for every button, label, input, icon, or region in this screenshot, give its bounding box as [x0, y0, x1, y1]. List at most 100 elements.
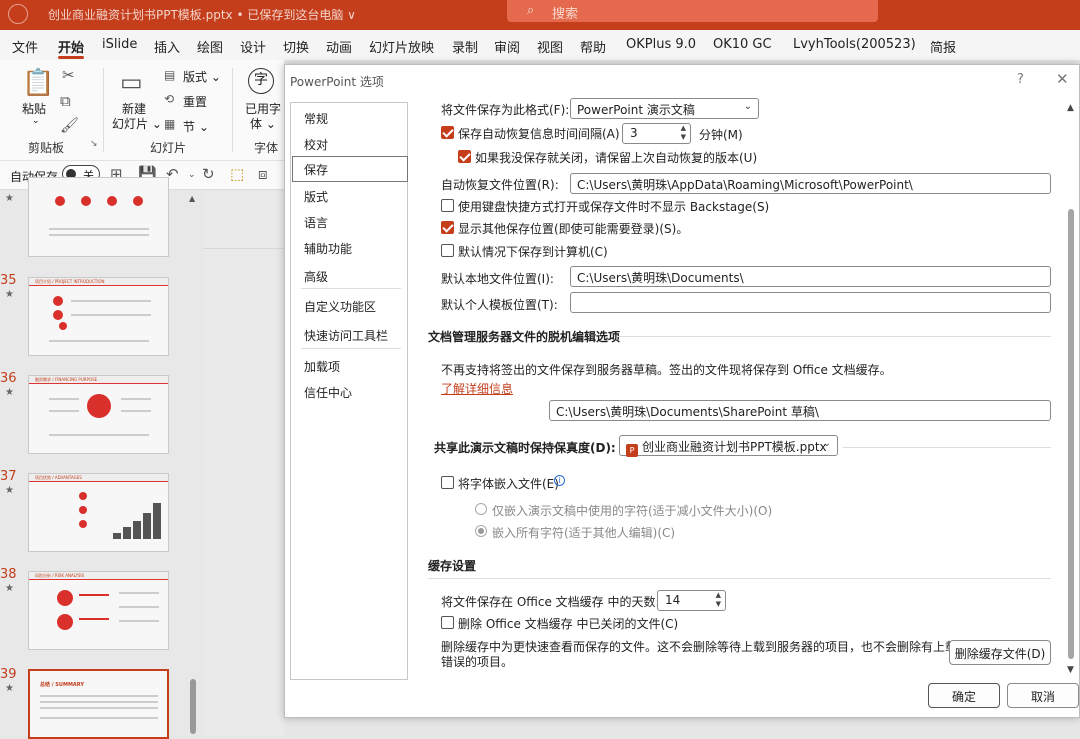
pptx-file-icon: P	[626, 444, 638, 457]
new-slide-icon[interactable]: ▭	[120, 68, 143, 96]
learn-more-link[interactable]: 了解详细信息	[441, 380, 513, 397]
ok-button[interactable]: 确定	[928, 683, 1000, 708]
title-bar: 创业商业融资计划书PPT模板.pptx • 已保存到这台电脑 ∨ ⌕ 搜索	[0, 0, 1080, 30]
scroll-down-icon[interactable]: ▼	[1067, 665, 1074, 675]
nav-addins[interactable]: 加载项	[304, 358, 340, 375]
tab-animations[interactable]: 动画	[326, 37, 352, 56]
slide-thumbnail-selected[interactable]: 总结 / SUMMARY	[28, 669, 169, 739]
tab-view[interactable]: 视图	[537, 37, 563, 56]
tab-ok10[interactable]: OK10 GC	[713, 37, 772, 52]
show-other-locations-checkbox[interactable]	[441, 221, 454, 234]
app-icon[interactable]	[8, 4, 28, 24]
nav-trust-center[interactable]: 信任中心	[304, 384, 352, 401]
layout-button[interactable]: 版式 ⌄	[183, 68, 221, 85]
reset-button[interactable]: 重置	[183, 93, 207, 110]
slide-thumbnail[interactable]	[28, 177, 169, 257]
fidelity-file-select[interactable]: P 创业商业融资计划书PPT模板.pptx ⌄	[619, 435, 838, 457]
nav-quick-access-toolbar[interactable]: 快速访问工具栏	[304, 327, 388, 344]
slide-number: 38	[0, 567, 17, 582]
tab-islide[interactable]: iSlide	[102, 37, 137, 52]
search-box[interactable]: ⌕ 搜索	[507, 0, 878, 22]
delete-cache-button[interactable]: 删除缓存文件(D)	[949, 640, 1051, 665]
ribbon-tabs: 文件 开始 iSlide 插入 绘图 设计 切换 动画 幻灯片放映 录制 审阅 …	[0, 30, 1080, 60]
dialog-launcher-icon[interactable]: ↘	[90, 139, 98, 149]
chevron-down-icon: ⌄	[822, 438, 831, 449]
help-icon[interactable]: ?	[1017, 72, 1024, 87]
nav-accessibility[interactable]: 辅助功能	[304, 240, 352, 257]
tab-help[interactable]: 帮助	[580, 37, 606, 56]
scroll-up-icon[interactable]: ▲	[189, 194, 195, 203]
tab-home[interactable]: 开始	[58, 37, 84, 56]
close-icon[interactable]: ✕	[1056, 70, 1069, 88]
tab-review[interactable]: 审阅	[494, 37, 520, 56]
drafts-path-input[interactable]: C:\Users\黄明珠\Documents\SharePoint 草稿\	[549, 400, 1051, 421]
cancel-button[interactable]: 取消	[1007, 683, 1079, 708]
section-button[interactable]: 节 ⌄	[183, 118, 209, 135]
local-path-label: 默认本地文件位置(I):	[441, 272, 554, 286]
template-path-input[interactable]	[570, 292, 1051, 313]
nav-advanced[interactable]: 高级	[304, 268, 328, 285]
select-icon[interactable]: ⬚	[230, 165, 244, 183]
undo-dropdown-icon[interactable]: ⌄	[188, 170, 196, 180]
new-slide-dropdown[interactable]: 幻灯片 ⌄	[112, 115, 162, 132]
shapes-icon[interactable]: ⧈	[258, 165, 268, 183]
active-tab-indicator	[58, 56, 84, 59]
delete-closed-files-checkbox[interactable]	[441, 616, 454, 629]
section-icon: ▦	[164, 117, 176, 131]
used-font-icon[interactable]: 字	[248, 68, 274, 94]
clipboard-group-label: 剪贴板	[28, 141, 65, 155]
scroll-up-icon[interactable]: ▲	[1067, 103, 1074, 113]
tab-insert[interactable]: 插入	[154, 37, 180, 56]
nav-language[interactable]: 语言	[304, 214, 328, 231]
cache-section-heading: 缓存设置	[428, 559, 477, 573]
slide-thumbnail[interactable]: 融资需求 / FINANCING PURPOSE	[28, 375, 169, 454]
paste-button[interactable]: 粘贴	[22, 100, 46, 117]
embed-fonts-checkbox[interactable]	[441, 476, 454, 489]
nav-layout[interactable]: 版式	[304, 188, 328, 205]
slide-panel-scrollbar[interactable]: ▲	[187, 191, 199, 736]
spinner-arrows-icon[interactable]: ▲ ▼	[716, 591, 721, 609]
tab-design[interactable]: 设计	[240, 37, 266, 56]
cut-icon[interactable]: ✂	[62, 66, 75, 84]
slide-number: 39	[0, 667, 17, 682]
reset-icon: ⟲	[164, 92, 175, 106]
slide-thumbnail[interactable]: 风险分析 / RISK ANALYSIS	[28, 571, 169, 650]
nav-proofing[interactable]: 校对	[304, 136, 328, 153]
nav-save[interactable]: 保存	[292, 156, 408, 182]
save-to-computer-checkbox[interactable]	[441, 244, 454, 257]
keep-last-version-checkbox[interactable]	[458, 150, 471, 163]
autorecover-minutes-spinner[interactable]: 3 ▲ ▼	[622, 123, 691, 144]
slide-thumbnail[interactable]: 项目介绍 / PROJECT INTRODUCTION	[28, 277, 169, 356]
tab-draw[interactable]: 绘图	[197, 37, 223, 56]
slide-thumbnail[interactable]: 项目优势 / ADVANTAGES	[28, 473, 169, 552]
autorecover-checkbox[interactable]	[441, 126, 454, 139]
offline-section-heading: 文档管理服务器文件的脱机编辑选项	[428, 330, 621, 344]
options-scrollbar[interactable]: ▲ ▼	[1065, 103, 1077, 681]
autorecover-path-input[interactable]: C:\Users\黄明珠\AppData\Roaming\Microsoft\P…	[570, 173, 1051, 194]
local-path-input[interactable]: C:\Users\黄明珠\Documents\	[570, 266, 1051, 287]
format-painter-icon[interactable]: 🖌	[60, 116, 79, 134]
tab-slideshow[interactable]: 幻灯片放映	[369, 37, 434, 56]
paste-dropdown[interactable]: ⌄	[32, 116, 40, 126]
embed-all-radio[interactable]	[475, 525, 487, 537]
nav-general[interactable]: 常规	[304, 110, 328, 127]
used-font-dropdown[interactable]: 体 ⌄	[250, 115, 276, 132]
nav-customize-ribbon[interactable]: 自定义功能区	[304, 298, 376, 315]
tab-okplus[interactable]: OKPlus 9.0	[626, 37, 696, 52]
tab-record[interactable]: 录制	[452, 37, 478, 56]
tab-lvyhtools[interactable]: LvyhTools(200523)	[793, 37, 916, 52]
tab-briefing[interactable]: 简报	[930, 37, 956, 56]
cache-days-spinner[interactable]: 14 ▲ ▼	[657, 590, 726, 611]
clipboard-icon[interactable]: 📋	[22, 68, 54, 98]
copy-icon[interactable]: ⧉	[60, 92, 71, 110]
info-icon[interactable]: i	[554, 475, 565, 486]
tab-file[interactable]: 文件	[12, 37, 38, 56]
embed-used-radio[interactable]	[475, 503, 487, 515]
no-backstage-checkbox[interactable]	[441, 199, 454, 212]
scroll-thumb[interactable]	[1068, 209, 1074, 659]
tab-transitions[interactable]: 切换	[283, 37, 309, 56]
spinner-arrows-icon[interactable]: ▲ ▼	[681, 124, 686, 142]
save-format-select[interactable]: PowerPoint 演示文稿 ⌄	[570, 98, 759, 119]
document-title[interactable]: 创业商业融资计划书PPT模板.pptx • 已保存到这台电脑 ∨	[48, 6, 356, 23]
redo-icon[interactable]: ↻	[202, 165, 215, 183]
